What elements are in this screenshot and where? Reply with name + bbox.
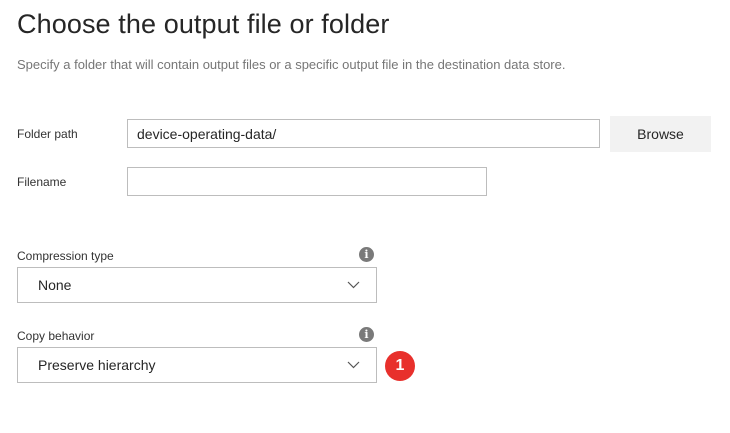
filename-label: Filename xyxy=(17,175,67,189)
filename-input[interactable] xyxy=(127,167,487,196)
compression-type-dropdown[interactable]: None xyxy=(17,267,377,303)
copy-behavior-dropdown[interactable]: Preserve hierarchy xyxy=(17,347,377,383)
copy-behavior-label: Copy behavior xyxy=(17,329,95,343)
folder-path-label: Folder path xyxy=(17,127,78,141)
chevron-down-icon xyxy=(347,361,360,369)
browse-button[interactable]: Browse xyxy=(610,116,711,152)
copy-behavior-value: Preserve hierarchy xyxy=(38,357,156,373)
folder-path-input[interactable] xyxy=(127,119,600,148)
browse-button-label: Browse xyxy=(637,126,684,142)
callout-badge: 1 xyxy=(385,351,415,381)
compression-type-label: Compression type xyxy=(17,249,114,263)
page-title: Choose the output file or folder xyxy=(17,9,390,39)
page-subtitle: Specify a folder that will contain outpu… xyxy=(17,57,566,72)
info-icon[interactable]: i xyxy=(359,327,374,342)
compression-type-value: None xyxy=(38,277,72,293)
chevron-down-icon xyxy=(347,281,360,289)
info-icon[interactable]: i xyxy=(359,247,374,262)
